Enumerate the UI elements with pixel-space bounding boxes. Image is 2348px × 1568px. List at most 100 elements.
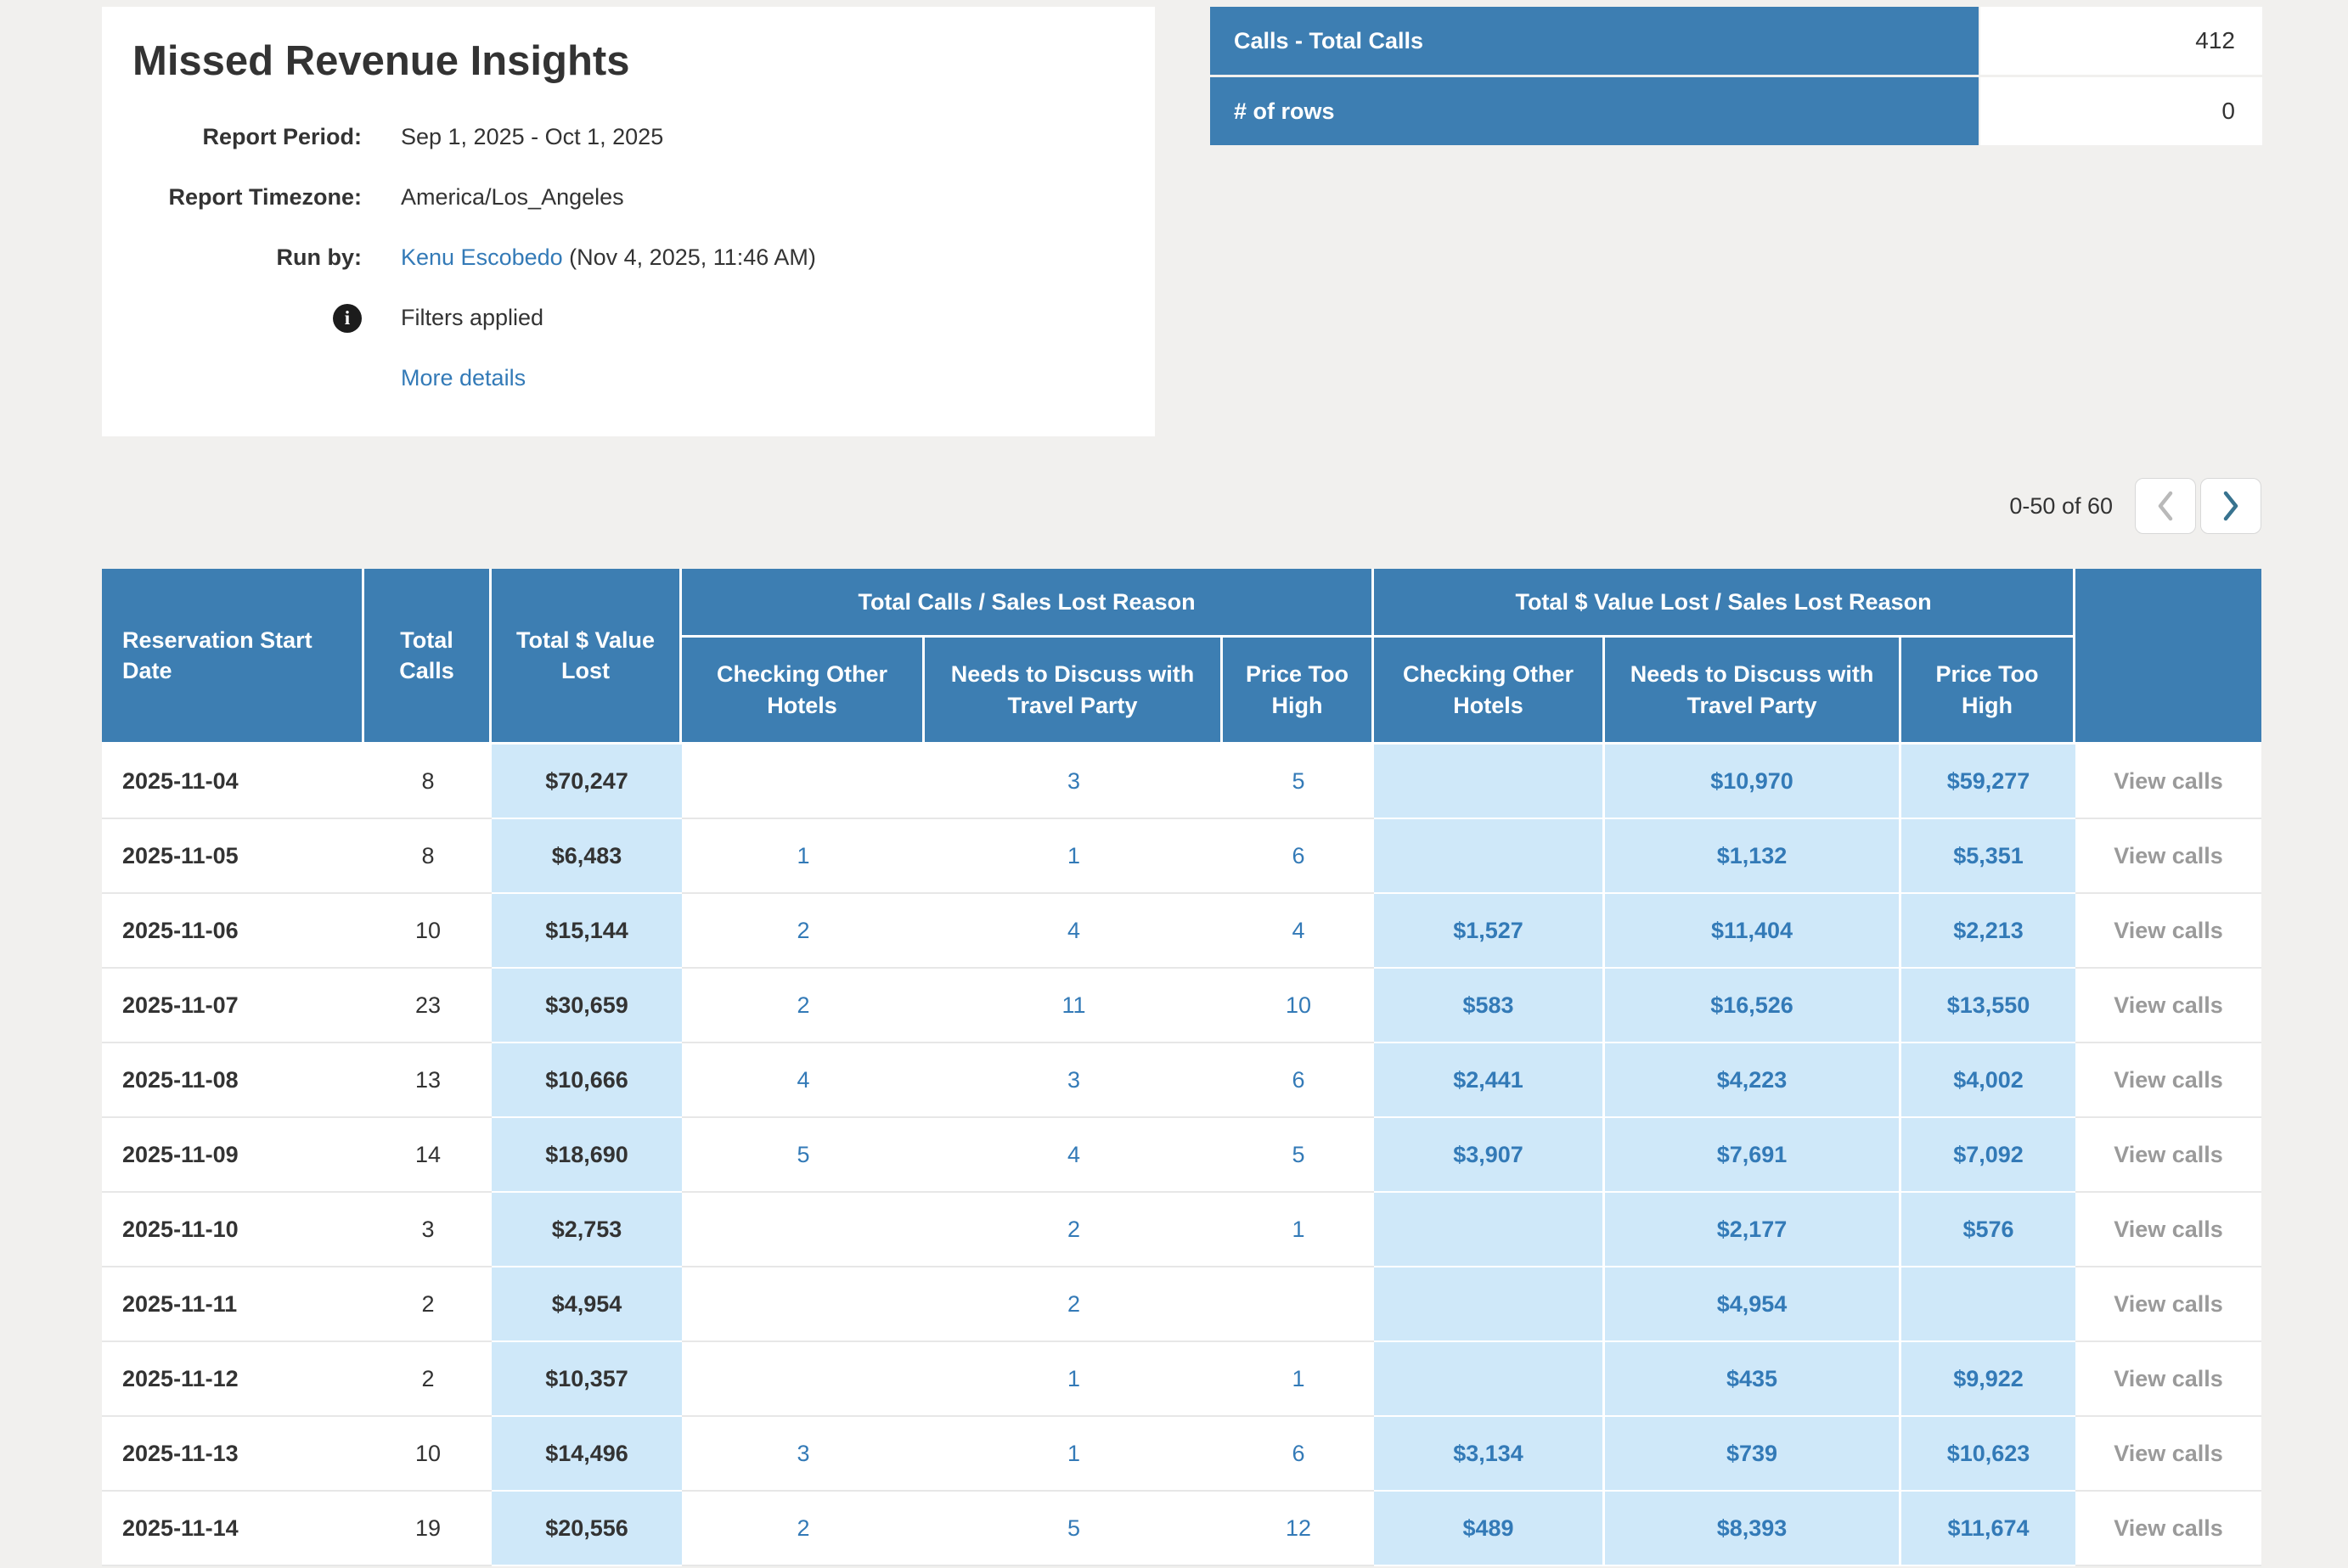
- calls-count-link[interactable]: 6: [1292, 843, 1305, 868]
- value-lost-link[interactable]: $7,691: [1717, 1142, 1788, 1167]
- subcol-value-price-too-high: Price Too High: [1901, 638, 2075, 745]
- calls-count-link[interactable]: 4: [1067, 1142, 1080, 1167]
- value-price-too-high-cell: $9,922: [1901, 1342, 2075, 1417]
- value-needs-discuss-cell: $11,404: [1605, 894, 1901, 969]
- calls-count-link[interactable]: 2: [797, 992, 809, 1018]
- calls-count-link[interactable]: 5: [1067, 1515, 1080, 1541]
- value-lost-link[interactable]: $5,351: [1953, 843, 2024, 868]
- calls-count-link[interactable]: 6: [1292, 1441, 1305, 1466]
- calls-count-link[interactable]: 5: [797, 1142, 809, 1167]
- calls-count-link[interactable]: 2: [797, 1515, 809, 1541]
- value-price-too-high-cell: [1901, 1267, 2075, 1342]
- value-lost-link[interactable]: $1,527: [1453, 918, 1523, 943]
- view-calls-button[interactable]: View calls: [2114, 1291, 2223, 1317]
- value-checking-other-hotels-cell: $1,527: [1374, 894, 1605, 969]
- summary-label-num-rows: # of rows: [1210, 77, 1979, 145]
- calls-count-link[interactable]: 11: [1061, 992, 1085, 1018]
- calls-count-link[interactable]: 1: [797, 843, 809, 868]
- summary-table: Calls - Total Calls 412 # of rows 0: [1210, 7, 2262, 148]
- value-lost-link[interactable]: $739: [1726, 1441, 1777, 1466]
- value-lost-link[interactable]: $4,002: [1953, 1067, 2024, 1093]
- view-calls-button[interactable]: View calls: [2114, 1142, 2223, 1167]
- value-lost-link[interactable]: $16,526: [1710, 992, 1793, 1018]
- report-timezone-row: Report Timezone: America/Los_Angeles: [132, 167, 1155, 228]
- calls-count-link[interactable]: 5: [1292, 768, 1305, 794]
- calls-count-link[interactable]: 1: [1067, 1441, 1080, 1466]
- value-lost-link[interactable]: $2,213: [1953, 918, 2024, 943]
- calls-price-too-high-cell: 10: [1223, 969, 1374, 1043]
- value-lost-link[interactable]: $7,092: [1953, 1142, 2024, 1167]
- summary-value-num-rows: 0: [1980, 77, 2262, 145]
- run-by-user-link[interactable]: Kenu Escobedo: [401, 244, 563, 270]
- calls-count-link[interactable]: 12: [1286, 1515, 1311, 1541]
- value-lost-link[interactable]: $10,970: [1710, 768, 1793, 794]
- value-lost-link[interactable]: $8,393: [1717, 1515, 1788, 1541]
- next-page-button[interactable]: [2200, 478, 2261, 534]
- value-lost-link[interactable]: $59,277: [1947, 768, 2030, 794]
- view-calls-button[interactable]: View calls: [2114, 918, 2223, 943]
- calls-count-link[interactable]: 2: [1067, 1291, 1080, 1317]
- total-value-lost-cell: $20,556: [492, 1492, 682, 1566]
- value-needs-discuss-cell: $1,132: [1605, 819, 1901, 894]
- view-calls-button[interactable]: View calls: [2114, 843, 2223, 868]
- reservation-date-cell: 2025-11-08: [102, 1043, 364, 1118]
- value-lost-link[interactable]: $2,441: [1453, 1067, 1523, 1093]
- reservation-date-cell: 2025-11-05: [102, 819, 364, 894]
- value-lost-link[interactable]: $3,907: [1453, 1142, 1523, 1167]
- view-calls-button[interactable]: View calls: [2114, 1441, 2223, 1466]
- reservation-date-cell: 2025-11-13: [102, 1417, 364, 1492]
- calls-count-link[interactable]: 3: [1067, 768, 1080, 794]
- view-calls-button[interactable]: View calls: [2114, 1366, 2223, 1391]
- calls-count-link[interactable]: 3: [797, 1441, 809, 1466]
- calls-count-link[interactable]: 4: [1067, 918, 1080, 943]
- value-lost-link[interactable]: $4,223: [1717, 1067, 1788, 1093]
- view-calls-button[interactable]: View calls: [2114, 1217, 2223, 1242]
- actions-cell: View calls: [2075, 1267, 2261, 1342]
- subcol-value-needs-discuss: Needs to Discuss with Travel Party: [1605, 638, 1901, 745]
- calls-count-link[interactable]: 1: [1067, 1366, 1080, 1391]
- calls-count-link[interactable]: 6: [1292, 1067, 1305, 1093]
- value-lost-link[interactable]: $10,623: [1947, 1441, 2030, 1466]
- summary-label-total-calls: Calls - Total Calls: [1210, 7, 1979, 75]
- table-row: 2025-11-122$10,35711$435$9,922View calls: [102, 1342, 2261, 1417]
- calls-count-link[interactable]: 1: [1292, 1366, 1305, 1391]
- run-by-row: Run by: Kenu Escobedo (Nov 4, 2025, 11:4…: [132, 228, 1155, 288]
- prev-page-button[interactable]: [2135, 478, 2196, 534]
- value-lost-link[interactable]: $583: [1462, 992, 1513, 1018]
- calls-needs-discuss-cell: 3: [925, 1043, 1223, 1118]
- value-lost-link[interactable]: $13,550: [1947, 992, 2030, 1018]
- value-lost-link[interactable]: $4,954: [1717, 1291, 1788, 1317]
- total-value-lost-cell: $18,690: [492, 1118, 682, 1193]
- value-price-too-high-cell: $13,550: [1901, 969, 2075, 1043]
- calls-needs-discuss-cell: 2: [925, 1193, 1223, 1267]
- calls-count-link[interactable]: 1: [1067, 843, 1080, 868]
- view-calls-button[interactable]: View calls: [2114, 1515, 2223, 1541]
- calls-count-link[interactable]: 10: [1286, 992, 1311, 1018]
- calls-count-link[interactable]: 1: [1292, 1217, 1305, 1242]
- more-details-link[interactable]: More details: [401, 365, 526, 391]
- value-lost-link[interactable]: $2,177: [1717, 1217, 1788, 1242]
- calls-count-link[interactable]: 2: [797, 918, 809, 943]
- view-calls-button[interactable]: View calls: [2114, 992, 2223, 1018]
- calls-count-link[interactable]: 4: [797, 1067, 809, 1093]
- calls-count-link[interactable]: 2: [1067, 1217, 1080, 1242]
- reservation-date-cell: 2025-11-09: [102, 1118, 364, 1193]
- calls-count-link[interactable]: 5: [1292, 1142, 1305, 1167]
- calls-price-too-high-cell: 4: [1223, 894, 1374, 969]
- calls-count-link[interactable]: 4: [1292, 918, 1305, 943]
- value-checking-other-hotels-cell: [1374, 745, 1605, 819]
- value-lost-link[interactable]: $1,132: [1717, 843, 1788, 868]
- value-lost-link[interactable]: $3,134: [1453, 1441, 1523, 1466]
- value-lost-link[interactable]: $576: [1962, 1217, 2013, 1242]
- value-lost-link[interactable]: $11,674: [1947, 1515, 2029, 1541]
- value-lost-link[interactable]: $435: [1726, 1366, 1777, 1391]
- view-calls-button[interactable]: View calls: [2114, 1067, 2223, 1093]
- info-icon[interactable]: i: [333, 304, 362, 333]
- calls-price-too-high-cell: 5: [1223, 1118, 1374, 1193]
- calls-count-link[interactable]: 3: [1067, 1067, 1080, 1093]
- value-lost-link[interactable]: $9,922: [1953, 1366, 2024, 1391]
- actions-cell: View calls: [2075, 1342, 2261, 1417]
- value-lost-link[interactable]: $11,404: [1711, 918, 1793, 943]
- value-lost-link[interactable]: $489: [1462, 1515, 1513, 1541]
- view-calls-button[interactable]: View calls: [2114, 768, 2223, 794]
